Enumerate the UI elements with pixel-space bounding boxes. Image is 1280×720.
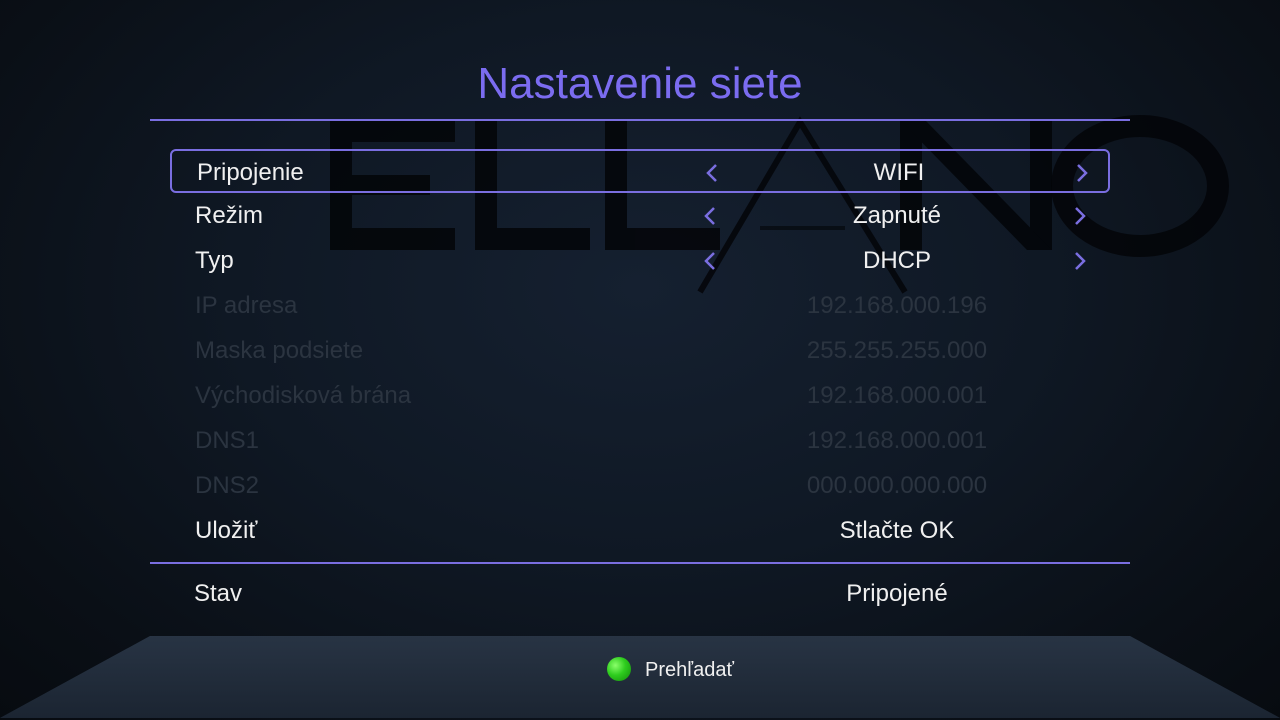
chevron-left-icon[interactable] — [701, 206, 721, 226]
setting-value: 255.255.255.000 — [806, 337, 988, 364]
setting-row-gateway: Východisková brána 192.168.000.001 — [170, 374, 1110, 418]
top-divider — [150, 119, 1130, 121]
setting-value: WIFI — [873, 159, 925, 186]
chevron-left-icon[interactable] — [701, 251, 721, 271]
setting-row-save[interactable]: Uložiť Stlačte OK — [170, 509, 1110, 553]
chevron-right-icon[interactable] — [1069, 251, 1089, 271]
setting-label: IP adresa — [195, 292, 298, 319]
setting-value: 000.000.000.000 — [806, 472, 988, 499]
connection-status: Stav Pripojené — [194, 574, 1114, 614]
page-title: Nastavenie siete — [477, 59, 803, 108]
search-label: Prehľadať — [645, 659, 734, 681]
status-value: Pripojené — [846, 580, 948, 607]
setting-label: Maska podsiete — [195, 337, 364, 364]
chevron-right-icon[interactable] — [1071, 163, 1091, 183]
setting-value: Stlačte OK — [839, 517, 955, 544]
bottom-divider — [150, 562, 1130, 564]
setting-row-mode[interactable]: Režim Zapnuté — [170, 194, 1110, 238]
setting-row-dns1: DNS1 192.168.000.001 — [170, 419, 1110, 463]
green-button-icon — [607, 657, 631, 681]
setting-label: Východisková brána — [195, 382, 412, 409]
setting-label: Uložiť — [195, 517, 258, 544]
setting-value: Zapnuté — [852, 202, 942, 229]
chevron-left-icon[interactable] — [703, 163, 723, 183]
setting-label: DNS2 — [195, 472, 260, 499]
setting-label: Režim — [195, 202, 264, 229]
chevron-right-icon[interactable] — [1069, 206, 1089, 226]
network-settings-screen: Nastavenie siete Pripojenie WIFI Režim Z… — [0, 0, 1280, 720]
setting-label: DNS1 — [195, 427, 260, 454]
setting-label: Typ — [195, 247, 234, 274]
setting-value: 192.168.000.001 — [806, 382, 988, 409]
status-label: Stav — [194, 580, 243, 607]
setting-row-ip-address: IP adresa 192.168.000.196 — [170, 284, 1110, 328]
setting-value: 192.168.000.001 — [806, 427, 988, 454]
setting-value: DHCP — [862, 247, 931, 274]
setting-row-subnet-mask: Maska podsiete 255.255.255.000 — [170, 329, 1110, 373]
setting-row-connection[interactable]: Pripojenie WIFI — [170, 149, 1110, 193]
setting-row-dns2: DNS2 000.000.000.000 — [170, 464, 1110, 508]
setting-row-type[interactable]: Typ DHCP — [170, 239, 1110, 283]
setting-value: 192.168.000.196 — [806, 292, 988, 319]
setting-label: Pripojenie — [197, 159, 304, 186]
